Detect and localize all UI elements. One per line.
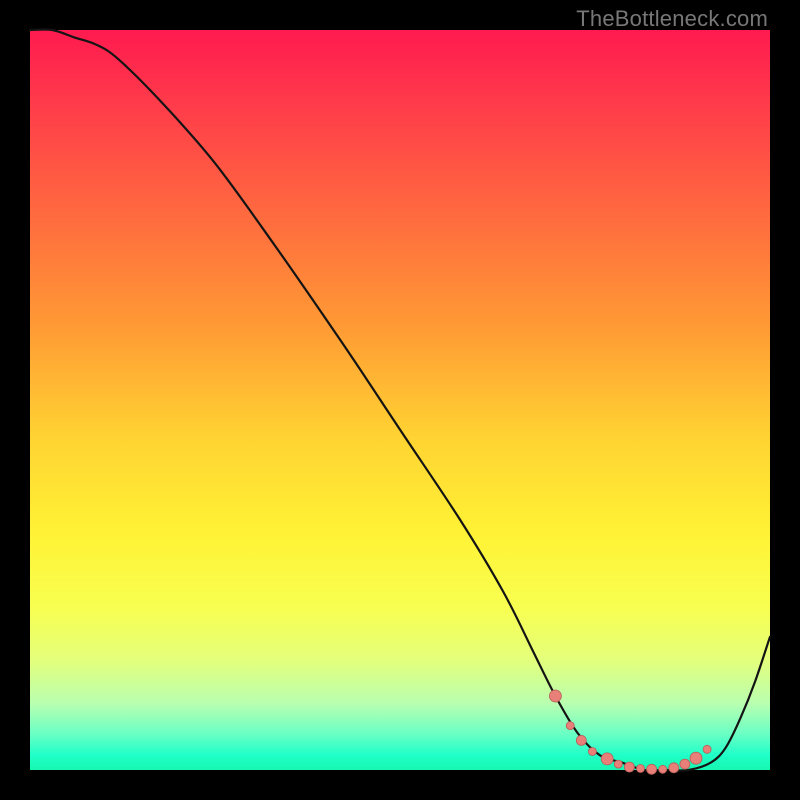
highlight-dot: [601, 753, 613, 765]
highlight-dot: [690, 752, 702, 764]
highlight-dot: [576, 735, 586, 745]
watermark-text: TheBottleneck.com: [576, 6, 768, 32]
highlight-dot: [680, 759, 690, 769]
highlight-dot: [566, 722, 574, 730]
highlight-dot: [588, 748, 596, 756]
highlight-dot: [647, 764, 657, 774]
plot-area: [30, 30, 770, 770]
highlight-dot: [614, 760, 622, 768]
curve-svg: [30, 30, 770, 770]
highlight-dot: [703, 745, 711, 753]
highlight-dot: [669, 763, 679, 773]
highlight-dot: [624, 762, 634, 772]
bottleneck-curve-line: [30, 29, 770, 770]
highlight-dot: [637, 765, 645, 773]
highlight-dots: [549, 690, 711, 774]
highlight-dot: [549, 690, 561, 702]
chart-frame: TheBottleneck.com: [0, 0, 800, 800]
highlight-dot: [659, 765, 667, 773]
